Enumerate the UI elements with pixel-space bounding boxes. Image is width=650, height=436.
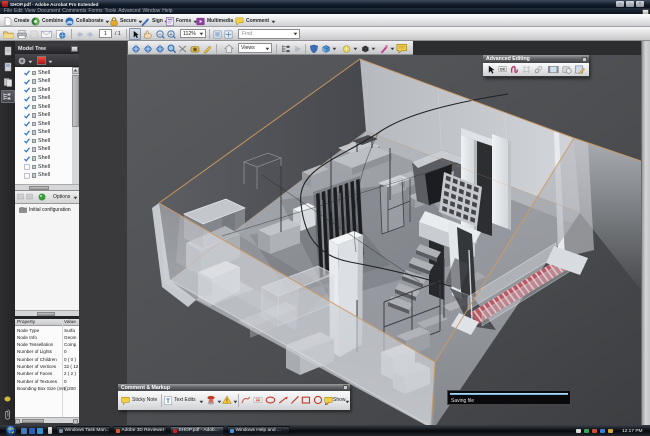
svg-text:!: !	[226, 398, 228, 404]
svg-text:OK: OK	[500, 67, 506, 71]
svg-text:T: T	[166, 397, 170, 404]
